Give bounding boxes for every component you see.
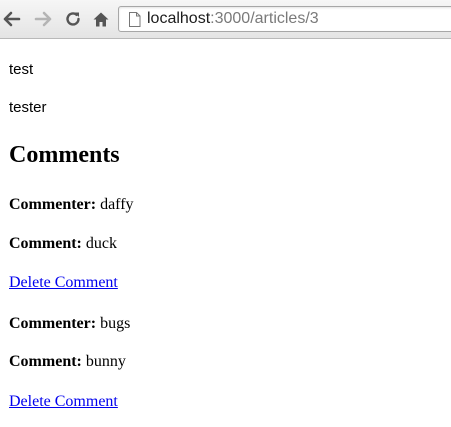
forward-arrow-icon xyxy=(34,11,52,27)
commenter-label: Commenter: xyxy=(9,315,97,332)
url-text: localhost:3000/articles/3 xyxy=(147,10,319,28)
commenter-name: daffy xyxy=(100,196,134,213)
comment-label: Comment: xyxy=(9,353,82,370)
browser-toolbar: localhost:3000/articles/3 xyxy=(0,0,451,39)
comment-line: Comment: bunny xyxy=(9,352,126,372)
delete-comment-link[interactable]: Delete Comment xyxy=(9,273,118,293)
commenter-line: Commenter: bugs xyxy=(9,314,130,334)
back-button[interactable] xyxy=(2,8,22,30)
home-icon xyxy=(93,12,109,26)
article-text: tester xyxy=(9,99,47,116)
comments-heading: Comments xyxy=(9,142,120,168)
article-title: test xyxy=(9,61,34,78)
comment-line: Comment: duck xyxy=(9,234,117,254)
home-button[interactable] xyxy=(91,8,111,30)
delete-comment-link[interactable]: Delete Comment xyxy=(9,392,118,412)
url-path: :3000/articles/3 xyxy=(210,10,319,27)
page-icon xyxy=(129,12,141,27)
commenter-line: Commenter: daffy xyxy=(9,195,134,215)
commenter-label: Commenter: xyxy=(9,196,97,213)
reload-icon xyxy=(66,12,80,26)
forward-button[interactable] xyxy=(33,8,53,30)
back-arrow-icon xyxy=(3,11,21,27)
url-host: localhost xyxy=(147,10,211,27)
address-bar[interactable]: localhost:3000/articles/3 xyxy=(118,6,451,32)
comment-body: duck xyxy=(85,235,117,252)
comment-body: bunny xyxy=(85,353,126,370)
reload-button[interactable] xyxy=(63,8,83,30)
commenter-name: bugs xyxy=(100,315,131,332)
comment-label: Comment: xyxy=(9,235,82,252)
